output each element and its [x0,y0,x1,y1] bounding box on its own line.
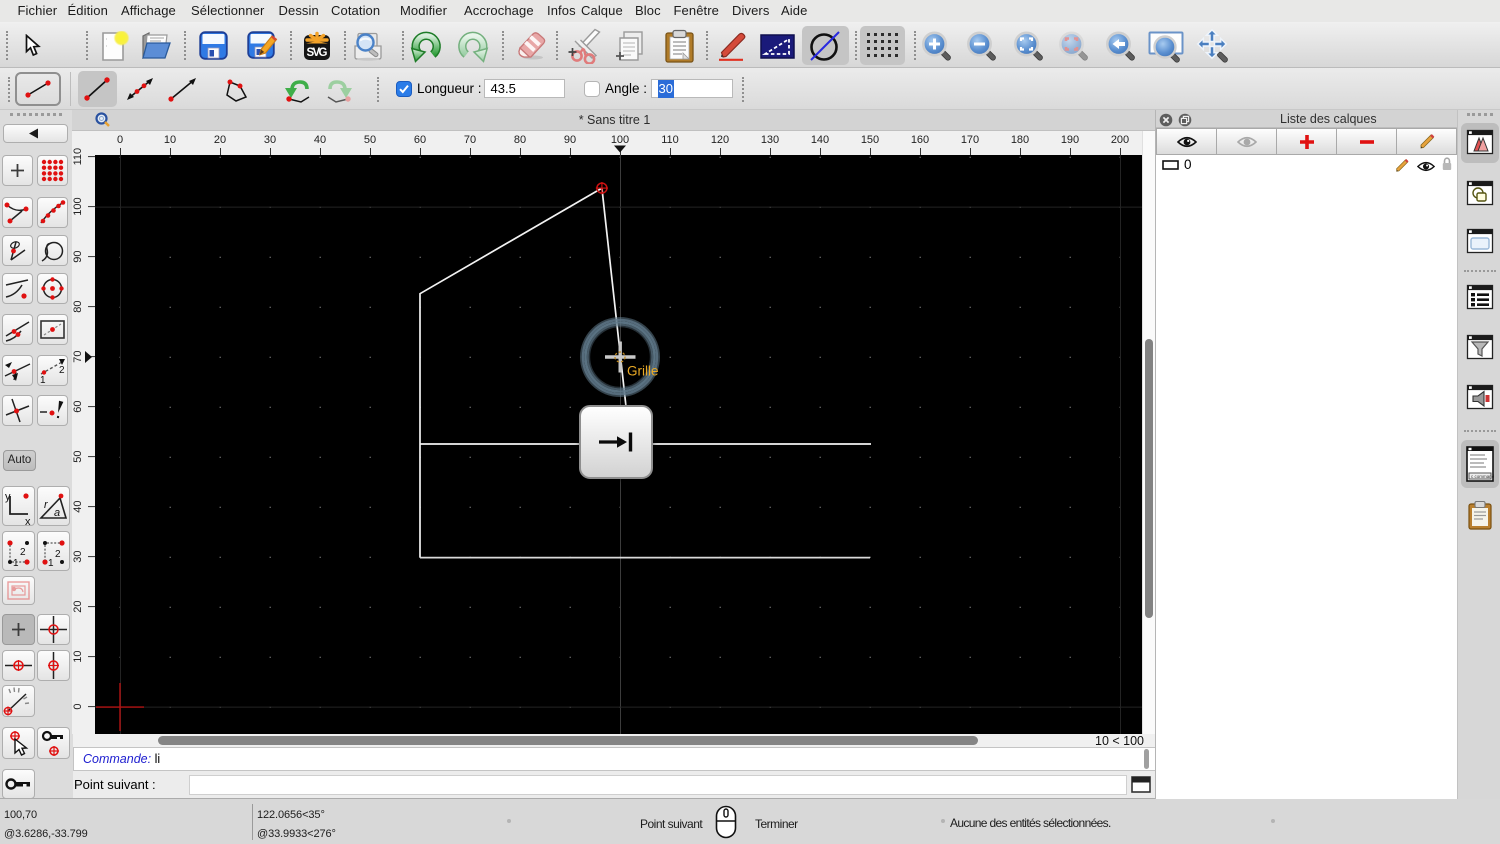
svg-text:c command: c command [1471,474,1495,479]
svg-text:60: 60 [414,134,426,146]
svg-text:80: 80 [72,300,84,312]
svg-text:150: 150 [861,134,879,146]
svg-text:100: 100 [611,134,629,146]
svg-text:70: 70 [464,134,476,146]
svg-text:50: 50 [72,450,84,462]
svg-text:30: 30 [72,550,84,562]
svg-text:140: 140 [811,134,829,146]
svg-text:SVG: SVG [307,47,328,59]
svg-text:Grille: Grille [627,364,659,379]
svg-text:50: 50 [364,134,376,146]
svg-text:0: 0 [72,704,84,710]
svg-text:190: 190 [1061,134,1079,146]
svg-text:a: a [54,507,60,519]
svg-text:2: 2 [20,547,26,558]
svg-text:70: 70 [72,350,84,362]
svg-text:1: 1 [40,375,46,386]
svg-text:80: 80 [514,134,526,146]
svg-text:110: 110 [661,134,679,146]
svg-text:170: 170 [961,134,979,146]
svg-text:1: 1 [13,558,19,569]
svg-text:10: 10 [72,650,84,662]
svg-text:90: 90 [564,134,576,146]
svg-text:180: 180 [1011,134,1029,146]
svg-text:40: 40 [314,134,326,146]
svg-text:20: 20 [72,600,84,612]
svg-text:20: 20 [214,134,226,146]
svg-text:1: 1 [48,558,54,569]
svg-text:40: 40 [72,500,84,512]
svg-text:200: 200 [1111,134,1129,146]
svg-text:100: 100 [72,197,84,215]
svg-text:x: x [25,516,31,526]
svg-text:2: 2 [55,549,61,560]
svg-text:y: y [5,491,11,503]
svg-text:130: 130 [761,134,779,146]
svg-text:r: r [44,499,49,511]
svg-text:90: 90 [72,250,84,262]
svg-text:160: 160 [911,134,929,146]
svg-text:10: 10 [164,134,176,146]
svg-text:0: 0 [117,134,123,146]
svg-text:110: 110 [72,148,84,166]
svg-text:120: 120 [711,134,729,146]
svg-text:2: 2 [59,365,65,376]
svg-text:60: 60 [72,400,84,412]
svg-text:30: 30 [264,134,276,146]
